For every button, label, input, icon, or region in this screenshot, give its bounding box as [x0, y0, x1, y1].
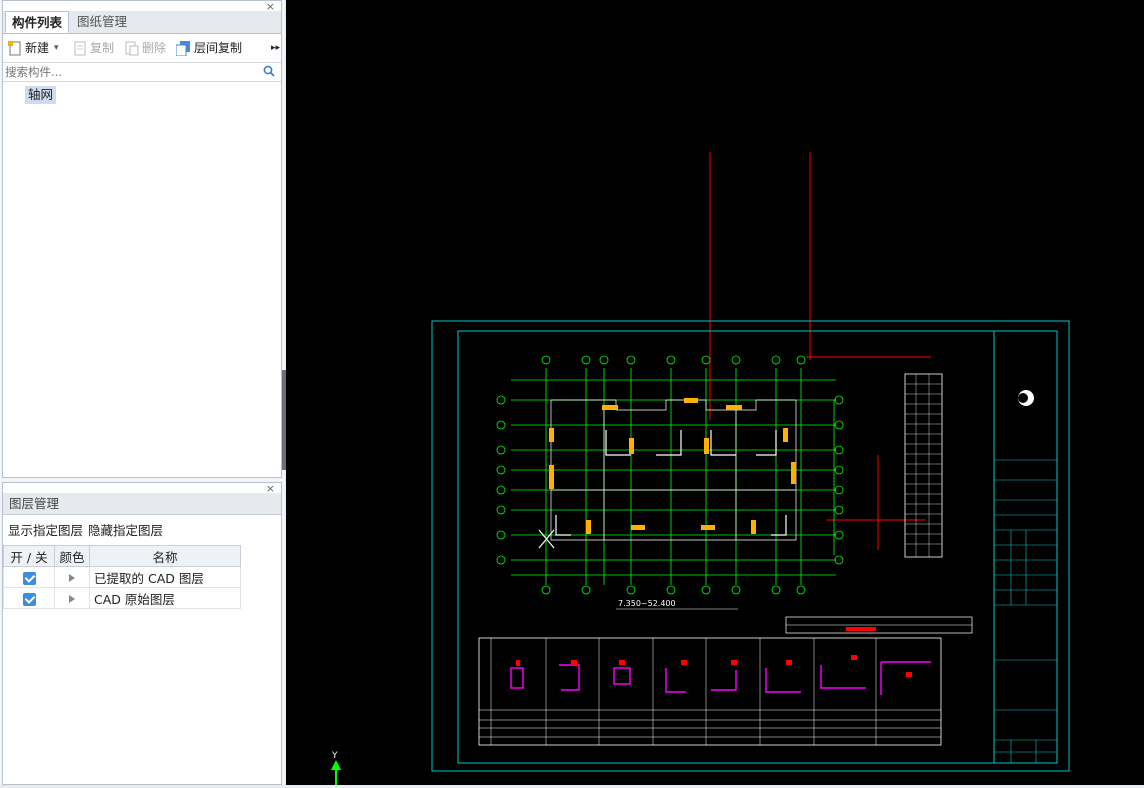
section-table [478, 637, 942, 746]
left-sidebar: × 构件列表 图纸管理 新建 ▾ 复制 删除 层间复制 ▸▸ 搜索构件... 轴… [0, 0, 285, 785]
section-details [510, 661, 931, 695]
floor-copy-icon [176, 40, 190, 56]
copy-button-label: 复制 [90, 41, 115, 55]
search-input[interactable] [5, 64, 255, 79]
panel-tabs: 构件列表 图纸管理 [3, 11, 281, 34]
layer-table-header: 开 / 关 颜色 名称 [3, 545, 241, 567]
delete-icon [125, 41, 139, 55]
new-button[interactable]: 新建 ▾ [8, 39, 59, 57]
more-tools-icon[interactable]: ▸▸ [271, 39, 280, 57]
floor-copy-button[interactable]: 层间复制 [176, 39, 242, 57]
inner-frame [457, 330, 1058, 764]
layer-checkbox[interactable] [22, 571, 36, 585]
tab-component-list[interactable]: 构件列表 [5, 11, 70, 33]
legend-rows [905, 374, 942, 557]
layer-row[interactable]: 已提取的 CAD 图层 [3, 566, 241, 588]
delete-button-label: 删除 [142, 41, 167, 55]
expand-arrow-icon[interactable] [69, 574, 75, 582]
layer-toolbar: 显示指定图层 隐藏指定图层 [3, 521, 281, 541]
layer-name: 已提取的 CAD 图层 [89, 566, 241, 588]
schedule-marker [846, 627, 876, 631]
column-header-name: 名称 [89, 545, 241, 567]
drawing-title: 7.350~52.400 [618, 599, 676, 608]
show-layer-button[interactable]: 显示指定图层 [8, 521, 83, 541]
floor-copy-button-label: 层间复制 [194, 41, 243, 55]
title-block-lines [994, 459, 1057, 763]
layer-checkbox[interactable] [22, 592, 36, 606]
layer-panel-title: 图层管理 [3, 493, 281, 515]
axis-origin-marker [538, 529, 555, 549]
chevron-down-icon[interactable]: ▾ [54, 39, 59, 57]
new-button-label: 新建 [25, 41, 50, 55]
tree-item-axis-grid[interactable]: 轴网 [25, 86, 57, 104]
cad-drawing[interactable]: 7.350~52.400 Y [286, 0, 1144, 785]
y-axis-label: Y [331, 751, 338, 761]
column-header-color: 颜色 [54, 545, 90, 567]
layer-panel: × 图层管理 显示指定图层 隐藏指定图层 开 / 关 颜色 名称 已提取的 CA… [2, 482, 282, 785]
cad-canvas[interactable]: 7.350~52.400 Y [286, 0, 1144, 785]
layer-name: CAD 原始图层 [89, 587, 241, 609]
section-detail-accents [516, 655, 912, 677]
new-file-icon [8, 40, 21, 55]
tab-drawing-management[interactable]: 图纸管理 [71, 11, 133, 33]
search-bar [3, 62, 281, 82]
axis-grid [511, 368, 836, 585]
section-table-lines [479, 638, 941, 745]
company-logo [1018, 393, 1028, 403]
layer-table: 开 / 关 颜色 名称 已提取的 CAD 图层 CAD 原始图层 [3, 545, 241, 609]
copy-button[interactable]: 复制 [73, 39, 114, 57]
outer-frame [431, 320, 1070, 772]
search-icon[interactable] [263, 65, 275, 77]
delete-button[interactable]: 删除 [125, 39, 166, 57]
component-list-panel: × 构件列表 图纸管理 新建 ▾ 复制 删除 层间复制 ▸▸ 搜索构件... 轴… [2, 0, 282, 478]
column-header-toggle: 开 / 关 [3, 545, 55, 567]
component-toolbar: 新建 ▾ 复制 删除 层间复制 ▸▸ [3, 35, 281, 61]
y-axis-arrow-icon [331, 760, 341, 770]
hide-layer-button[interactable]: 隐藏指定图层 [88, 521, 163, 541]
copy-icon [74, 41, 86, 55]
legend-table [904, 373, 943, 558]
expand-arrow-icon[interactable] [69, 595, 75, 603]
layer-row[interactable]: CAD 原始图层 [3, 587, 241, 609]
